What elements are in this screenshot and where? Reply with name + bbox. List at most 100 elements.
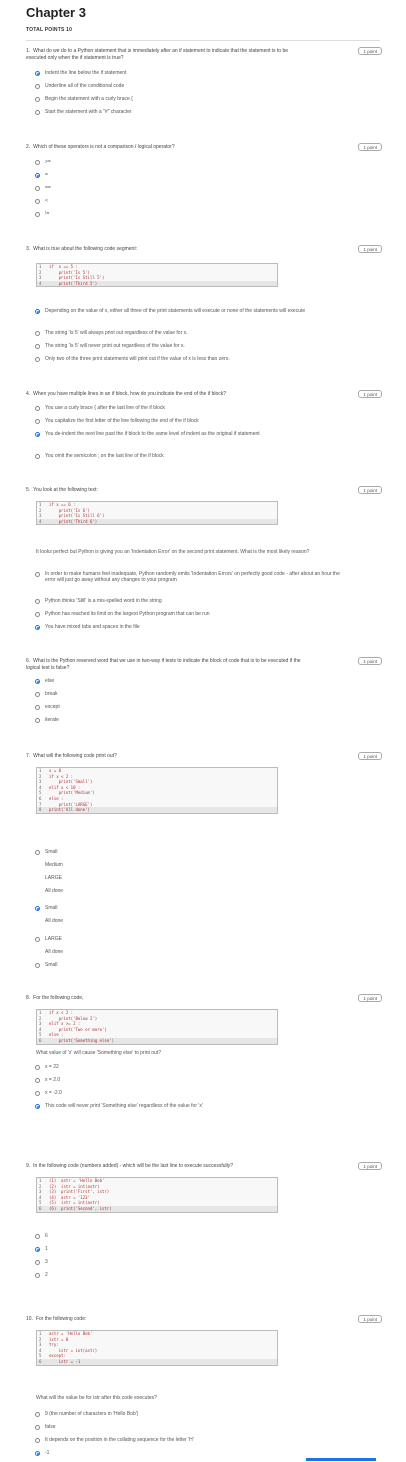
question-8: 8. For the following code, 1 point 1 if x … <box>26 994 382 1109</box>
radio-icon[interactable] <box>35 1090 40 1096</box>
option[interactable]: Small Medium LARGE All done <box>35 846 345 898</box>
radio-selected-icon[interactable] <box>35 678 40 684</box>
option[interactable]: Python thinks 'Still' is a mis-spelled w… <box>35 598 345 604</box>
option[interactable]: false <box>35 1424 345 1430</box>
radio-icon[interactable] <box>35 418 40 424</box>
radio-icon[interactable] <box>35 1272 40 1278</box>
points-badge: 1 point <box>358 1162 382 1170</box>
option[interactable]: In order to make humans feel inadequate,… <box>35 571 345 583</box>
radio-icon[interactable] <box>35 198 40 204</box>
option[interactable]: except <box>35 704 345 710</box>
option[interactable]: x = -2.0 <box>35 1090 345 1096</box>
option[interactable]: The string 'Is 5' will always print out … <box>35 330 345 336</box>
radio-selected-icon[interactable] <box>35 624 40 630</box>
radio-icon[interactable] <box>35 96 40 102</box>
radio-icon[interactable] <box>35 211 40 217</box>
option[interactable]: Depending on the value of x, either all … <box>35 308 345 314</box>
option[interactable]: != <box>35 211 345 217</box>
radio-selected-icon[interactable] <box>35 70 40 76</box>
radio-icon[interactable] <box>35 717 40 723</box>
code-block: 1 astr = 'Hello Bob' 2 istr = 0 3 try: 4 is… <box>36 1330 278 1366</box>
question-2: 2. Which of these operators is not a comp… <box>26 143 382 217</box>
question-text: 10. For the following code: <box>26 1316 87 1322</box>
radio-icon[interactable] <box>35 83 40 89</box>
option[interactable]: This code will never print 'Something el… <box>35 1103 345 1109</box>
option[interactable]: iterate <box>35 717 345 723</box>
option[interactable]: You de-indent the next line past the if … <box>35 431 345 437</box>
radio-icon[interactable] <box>35 330 40 336</box>
radio-icon[interactable] <box>35 1437 40 1443</box>
code-block: 1 if x == 6 : 2 print('Is 6') 3 print('Is… <box>36 501 278 526</box>
option[interactable]: You use a curly brace { after the last l… <box>35 405 345 411</box>
code-block: 1 (1) astr = 'Hello Bob' 2 (2) istr = int(… <box>36 1177 278 1213</box>
points-badge: 1 point <box>358 143 382 151</box>
radio-selected-icon[interactable] <box>35 906 40 911</box>
radio-icon[interactable] <box>35 1077 40 1083</box>
question-6: 6. What is the Python reserved word that … <box>26 657 382 723</box>
option[interactable]: == <box>35 185 345 191</box>
option[interactable]: x = 22 <box>35 1064 345 1070</box>
option[interactable]: Begin the statement with a curly brace { <box>35 96 345 102</box>
radio-selected-icon[interactable] <box>35 308 40 314</box>
radio-icon[interactable] <box>35 453 40 459</box>
radio-icon[interactable] <box>35 704 40 710</box>
radio-selected-icon[interactable] <box>35 1103 40 1109</box>
option[interactable]: 6 <box>35 1233 345 1239</box>
radio-icon[interactable] <box>35 1064 40 1070</box>
radio-icon[interactable] <box>35 691 40 697</box>
radio-icon[interactable] <box>35 356 40 362</box>
radio-icon[interactable] <box>35 598 40 604</box>
option[interactable]: The string 'Is 5' will never print out r… <box>35 343 345 349</box>
radio-icon[interactable] <box>35 159 40 165</box>
option[interactable]: >= <box>35 159 345 165</box>
question-5: 5. You look at the following text: 1 poin… <box>26 486 382 630</box>
radio-icon[interactable] <box>35 962 40 968</box>
question-text: 3. What is true about the following code … <box>26 246 138 252</box>
radio-icon[interactable] <box>35 405 40 411</box>
radio-icon[interactable] <box>35 850 40 855</box>
option[interactable]: 1 <box>35 1246 345 1252</box>
option[interactable]: Indent the line below the if statement <box>35 70 345 76</box>
code-line: 6 print('Something else') <box>37 1037 277 1044</box>
option[interactable]: 2 <box>35 1272 345 1278</box>
option[interactable]: Small All done <box>35 902 345 928</box>
total-points: TOTAL POINTS 10 <box>26 27 73 33</box>
radio-icon[interactable] <box>35 1424 40 1430</box>
option[interactable]: It depends on the position in the collat… <box>35 1437 345 1443</box>
radio-icon[interactable] <box>35 937 40 942</box>
radio-selected-icon[interactable] <box>35 1450 40 1456</box>
radio-selected-icon[interactable] <box>35 172 40 178</box>
option[interactable]: < <box>35 198 345 204</box>
option[interactable]: else <box>35 678 345 684</box>
option[interactable]: -1 <box>35 1450 345 1456</box>
radio-icon[interactable] <box>35 1411 40 1417</box>
option[interactable]: x = 2.0 <box>35 1077 345 1083</box>
option[interactable]: break <box>35 691 345 697</box>
radio-icon[interactable] <box>35 571 40 577</box>
radio-icon[interactable] <box>35 343 40 349</box>
option[interactable]: 9 (the number of characters in 'Hello Bo… <box>35 1411 345 1417</box>
radio-icon[interactable] <box>35 611 40 617</box>
option[interactable]: Start the statement with a "#" character <box>35 109 345 115</box>
option[interactable]: Only two of the three print statements w… <box>35 356 345 362</box>
radio-icon[interactable] <box>35 109 40 115</box>
radio-icon[interactable] <box>35 1259 40 1265</box>
radio-selected-icon[interactable] <box>35 1246 40 1252</box>
submit-button[interactable] <box>306 1458 376 1461</box>
option[interactable]: Python has reached its limit on the larg… <box>35 611 345 617</box>
option[interactable]: You have mixed tabs and spaces in the fi… <box>35 624 345 630</box>
option[interactable]: Small <box>35 962 345 968</box>
radio-selected-icon[interactable] <box>35 431 40 437</box>
question-text: 9. In the following code (numbers added) … <box>26 1163 233 1169</box>
code-block: 1 if x == 5 : 2 print('Is 5') 3 print('Is… <box>36 263 278 288</box>
radio-icon[interactable] <box>35 1233 40 1239</box>
option[interactable]: You capitalize the first letter of the l… <box>35 418 345 424</box>
code-block: 1x = 0 2 if x < 2 : 3 print('Small') 4 eli… <box>36 767 278 814</box>
option[interactable]: LARGE All done <box>35 933 345 959</box>
option[interactable]: Underline all of the conditional code <box>35 83 345 89</box>
question-1: 1. What do we do to a Python statement th… <box>26 47 382 115</box>
option[interactable]: = <box>35 172 345 178</box>
radio-icon[interactable] <box>35 185 40 191</box>
option[interactable]: 3 <box>35 1259 345 1265</box>
option[interactable]: You omit the semicolon ; on the last lin… <box>35 453 345 459</box>
